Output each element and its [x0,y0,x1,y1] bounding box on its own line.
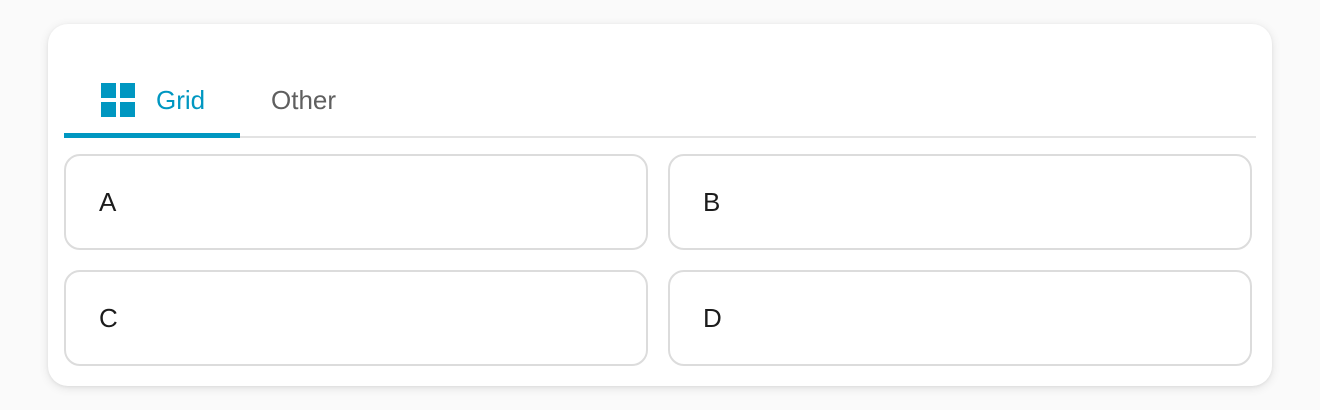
grid-item-d[interactable]: D [668,270,1252,366]
grid-item-b[interactable]: B [668,154,1252,250]
tab-panel-card: Grid Other A B C D [48,24,1272,386]
grid-item-label: B [703,186,721,217]
tab-grid-label: Grid [156,84,206,115]
tab-grid[interactable]: Grid [64,64,240,138]
grid-item-label: A [99,186,117,217]
grid-item-c[interactable]: C [64,270,648,366]
tab-other-label: Other [271,84,337,115]
active-tab-indicator [64,133,240,138]
tab-bar: Grid Other [64,64,1256,138]
grid-item-a[interactable]: A [64,154,648,250]
grid-item-label: C [99,302,118,333]
tab-other[interactable]: Other [271,64,336,136]
grid-icon [101,83,135,117]
grid-item-label: D [703,302,722,333]
